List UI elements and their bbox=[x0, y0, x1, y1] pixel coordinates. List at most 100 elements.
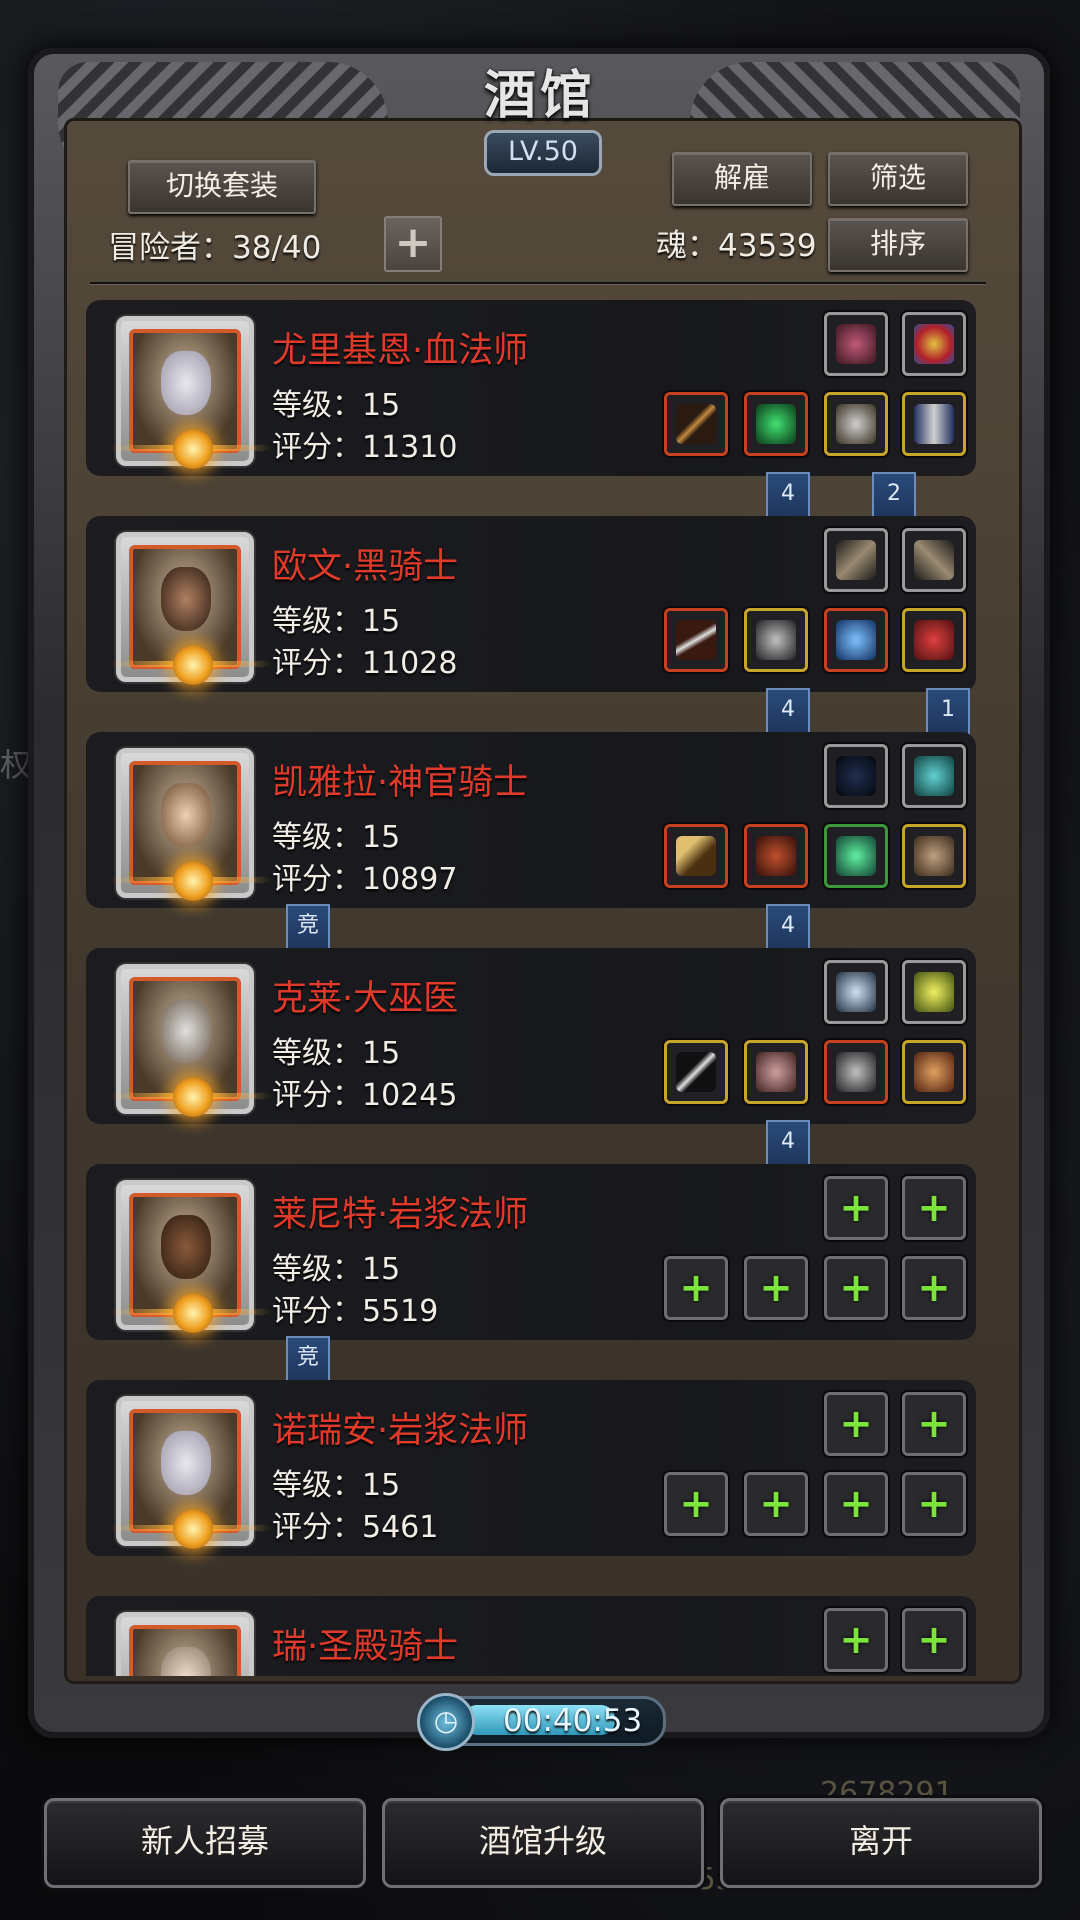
helmet-slot[interactable] bbox=[824, 608, 888, 672]
ring-slot[interactable] bbox=[824, 1040, 888, 1104]
hero-portrait bbox=[111, 748, 271, 901]
necklace-icon bbox=[914, 620, 954, 660]
add-equip-icon: + bbox=[759, 1481, 793, 1527]
hero-name: 莱尼特·岩浆法师 bbox=[272, 1195, 529, 1235]
hero-card[interactable]: 莱尼特·岩浆法师 等级：15 评分：5519 + + + + + + bbox=[86, 1164, 976, 1340]
tavern-level-badge: LV.50 bbox=[484, 130, 602, 176]
empty-equip-slot[interactable]: + bbox=[664, 1256, 728, 1320]
bracelet-slot[interactable] bbox=[902, 1040, 966, 1104]
empty-equip-slot[interactable]: + bbox=[824, 1256, 888, 1320]
crest-icon bbox=[836, 972, 876, 1012]
gem-icon bbox=[836, 620, 876, 660]
armor-slot[interactable] bbox=[744, 1040, 808, 1104]
switch-outfit-button[interactable]: 切换套装 bbox=[128, 160, 316, 214]
ring-icon bbox=[836, 1052, 876, 1092]
accessory-slot[interactable] bbox=[824, 312, 888, 376]
add-equip-icon: + bbox=[839, 1481, 873, 1527]
weapon-slot[interactable] bbox=[664, 1040, 728, 1104]
leave-button[interactable]: 离开 bbox=[720, 1798, 1042, 1888]
hero-card[interactable]: 瑞·圣殿骑士 + + bbox=[86, 1596, 976, 1676]
hero-name: 尤里基恩·血法师 bbox=[272, 331, 529, 371]
mask-icon bbox=[914, 836, 954, 876]
armor-slot[interactable] bbox=[744, 608, 808, 672]
adventurer-count: 冒险者：38/40 bbox=[108, 230, 322, 266]
rank-emblem-icon bbox=[173, 861, 213, 901]
header-divider bbox=[90, 282, 986, 284]
hero-card[interactable]: 凯雅拉·神官骑士 等级：15 评分：10897 bbox=[86, 732, 976, 908]
mask-slot[interactable] bbox=[902, 824, 966, 888]
hero-name: 克莱·大巫医 bbox=[272, 979, 459, 1019]
armor-slot[interactable] bbox=[744, 392, 808, 456]
empty-equip-slot[interactable]: + bbox=[902, 1608, 966, 1672]
rank-emblem-icon bbox=[173, 1293, 213, 1333]
helmet-slot[interactable] bbox=[824, 392, 888, 456]
gem-icon bbox=[836, 836, 876, 876]
accessory-slot[interactable] bbox=[902, 744, 966, 808]
accessory-slot[interactable] bbox=[902, 528, 966, 592]
accessory-slot[interactable] bbox=[824, 528, 888, 592]
hero-card[interactable]: 诺瑞安·岩浆法师 等级：15 评分：5461 + + + + + + bbox=[86, 1380, 976, 1556]
add-equip-icon: + bbox=[839, 1617, 873, 1663]
offhand-icon bbox=[914, 404, 954, 444]
bracer-icon bbox=[836, 540, 876, 580]
hero-portrait bbox=[111, 964, 271, 1117]
empty-equip-slot[interactable]: + bbox=[824, 1608, 888, 1672]
timer-text: 00:40:53 bbox=[503, 1703, 643, 1739]
hero-portrait bbox=[111, 1396, 271, 1549]
hero-level: 等级：15 bbox=[272, 604, 401, 639]
hero-portrait bbox=[111, 532, 271, 685]
empty-equip-slot[interactable]: + bbox=[824, 1392, 888, 1456]
empty-equip-slot[interactable]: + bbox=[902, 1472, 966, 1536]
dismiss-button[interactable]: 解雇 bbox=[672, 152, 812, 206]
add-equip-icon: + bbox=[839, 1185, 873, 1231]
empty-equip-slot[interactable]: + bbox=[744, 1472, 808, 1536]
hero-card[interactable]: 欧文·黑骑士 等级：15 评分：11028 bbox=[86, 516, 976, 692]
empty-equip-slot[interactable]: + bbox=[902, 1176, 966, 1240]
add-equip-icon: + bbox=[759, 1265, 793, 1311]
empty-equip-slot[interactable]: + bbox=[824, 1176, 888, 1240]
whip-icon bbox=[836, 756, 876, 796]
hero-card[interactable]: 克莱·大巫医 等级：15 评分：10245 bbox=[86, 948, 976, 1124]
helmet-slot[interactable] bbox=[824, 824, 888, 888]
empty-equip-slot[interactable]: + bbox=[902, 1392, 966, 1456]
sort-button[interactable]: 排序 bbox=[828, 218, 968, 272]
hero-name: 诺瑞安·岩浆法师 bbox=[272, 1411, 529, 1451]
tavern-upgrade-button[interactable]: 酒馆升级 bbox=[382, 1798, 704, 1888]
weapon-slot[interactable] bbox=[664, 824, 728, 888]
page-title: 酒馆 bbox=[483, 64, 596, 126]
sword-icon bbox=[676, 620, 716, 660]
hero-portrait bbox=[116, 1612, 254, 1676]
hero-level: 等级：15 bbox=[272, 1036, 401, 1071]
armor-slot[interactable] bbox=[744, 824, 808, 888]
necklace-slot[interactable] bbox=[902, 608, 966, 672]
recruit-button[interactable]: 新人招募 bbox=[44, 1798, 366, 1888]
weapon-slot[interactable] bbox=[664, 608, 728, 672]
accessory-slot[interactable] bbox=[902, 960, 966, 1024]
hero-level: 等级：15 bbox=[272, 820, 401, 855]
hero-name: 凯雅拉·神官骑士 bbox=[272, 763, 529, 803]
add-equip-icon: + bbox=[679, 1481, 713, 1527]
bracelet-icon bbox=[914, 1052, 954, 1092]
hero-list[interactable]: 尤里基恩·血法师 等级：15 评分：11310 4 2 欧文·黑骑士 等级：15… bbox=[86, 296, 986, 1676]
filter-button[interactable]: 筛选 bbox=[828, 152, 968, 206]
hammer-icon bbox=[676, 836, 716, 876]
hero-portrait bbox=[111, 1180, 271, 1333]
weapon-slot[interactable] bbox=[664, 392, 728, 456]
offhand-slot[interactable] bbox=[902, 392, 966, 456]
empty-equip-slot[interactable]: + bbox=[902, 1256, 966, 1320]
accessory-slot[interactable] bbox=[824, 744, 888, 808]
hero-card[interactable]: 尤里基恩·血法师 等级：15 评分：11310 bbox=[86, 300, 976, 476]
hero-name: 欧文·黑骑士 bbox=[272, 547, 459, 587]
accessory-slot[interactable] bbox=[824, 960, 888, 1024]
empty-equip-slot[interactable]: + bbox=[744, 1256, 808, 1320]
hero-level: 等级：15 bbox=[272, 388, 401, 423]
staff-icon bbox=[676, 404, 716, 444]
add-equip-icon: + bbox=[917, 1481, 951, 1527]
empty-equip-slot[interactable]: + bbox=[664, 1472, 728, 1536]
armor-icon bbox=[756, 404, 796, 444]
hero-portrait bbox=[111, 316, 271, 469]
add-adventurer-slot-button[interactable]: + bbox=[384, 216, 442, 272]
emblem-slot[interactable] bbox=[902, 312, 966, 376]
rank-emblem-icon bbox=[173, 429, 213, 469]
empty-equip-slot[interactable]: + bbox=[824, 1472, 888, 1536]
